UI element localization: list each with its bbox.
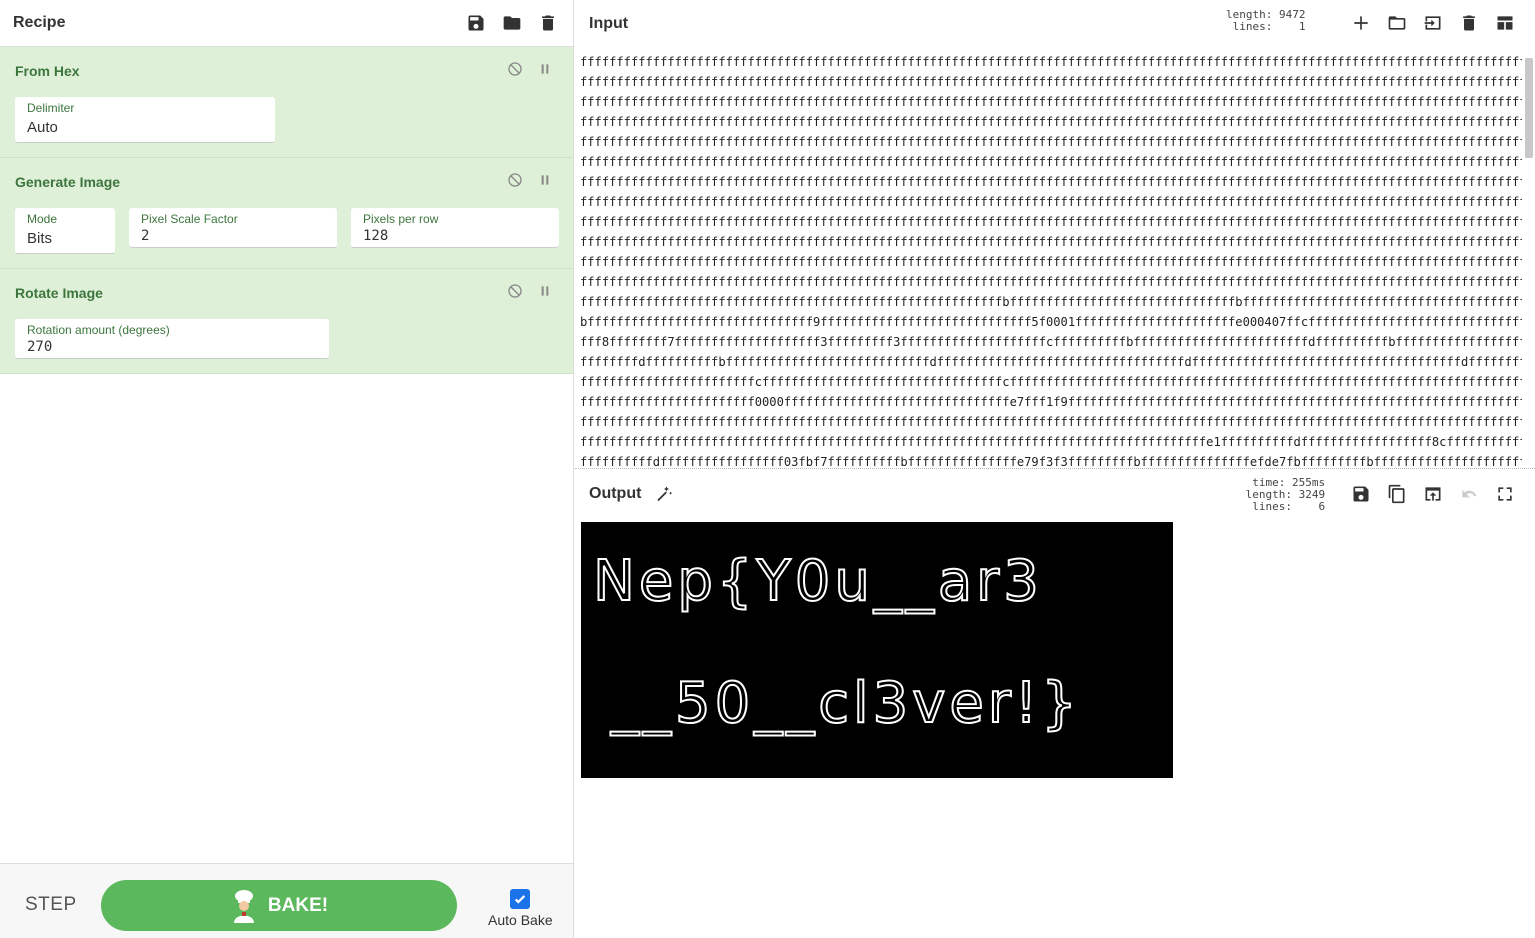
input-scrollbar[interactable]: [1525, 58, 1533, 158]
input-line: ffffffffffffffffffffffffffffffffffffffff…: [580, 215, 1522, 229]
input-header: Input length: 9472 lines: 1: [575, 0, 1535, 47]
field-value: Bits: [27, 230, 53, 247]
input-line: ffffffffffffffffffffffffffffffffffffffff…: [580, 275, 1522, 289]
input-stats: length: 9472 lines: 1: [1226, 8, 1306, 33]
field-value: 2: [141, 228, 150, 244]
input-line: ffffffffffffffffffffffffffffffffffffffff…: [580, 135, 1522, 149]
output-stats: time: 255ms length: 3249 lines: 6: [1245, 476, 1326, 513]
replace-input-icon[interactable]: [1422, 483, 1444, 505]
auto-bake-toggle[interactable]: Auto Bake: [488, 889, 553, 930]
trash-icon[interactable]: [537, 12, 559, 34]
input-line: fff8ffffffff7ffffffffffffffffffff3ffffff…: [580, 335, 1522, 349]
field-label: Delimiter: [27, 101, 75, 115]
operation-title: Generate Image: [15, 174, 121, 190]
field-label: Pixel Scale Factor: [141, 212, 238, 226]
input-textarea[interactable]: ffffffffffffffffffffffffffffffffffffffff…: [580, 52, 1522, 468]
pause-icon[interactable]: [537, 283, 553, 304]
input-title: Input: [589, 14, 629, 32]
disable-icon[interactable]: [507, 61, 523, 82]
input-line: ffffffffffffffffffffffffffffffffffffffff…: [580, 255, 1522, 269]
input-line: ffffffffffffffffffffffffffffffffffffffff…: [580, 75, 1522, 89]
input-pane: Input length: 9472 lines: 1 ffffffffffff…: [575, 0, 1535, 468]
input-line: ffffffffffffffffffffffffffffffffffffffff…: [580, 235, 1522, 249]
folder-icon[interactable]: [501, 12, 523, 34]
output-header: Output time: 255ms length: 3249 lines: 6: [575, 470, 1535, 517]
step-button[interactable]: STEP: [25, 894, 77, 916]
pixel-scale-factor-field[interactable]: Pixel Scale Factor 2: [129, 208, 337, 248]
output-image-line-2: __50__cl3ver!}: [610, 671, 1081, 736]
disable-icon[interactable]: [507, 172, 523, 193]
operation-rotate-image[interactable]: Rotate Image Rotation amount (degrees) 2…: [0, 269, 573, 374]
layout-icon[interactable]: [1494, 12, 1516, 34]
input-line: ffffffffffffffffffffffffffffffffffffffff…: [580, 95, 1522, 109]
input-line: ffffffffffffffffffffffff0000ffffffffffff…: [580, 395, 1522, 409]
input-line: ffffffffdffffffffffbffffffffffffffffffff…: [580, 355, 1522, 369]
output-image: Nep{Y0u__ar3 __50__cl3ver!}: [581, 522, 1173, 778]
field-label: Pixels per row: [363, 212, 439, 226]
input-line: ffffffffffffffffffffffffcfffffffffffffff…: [580, 375, 1522, 389]
output-title: Output: [589, 484, 642, 502]
input-line: ffffffffffffffffffffffffffffffffffffffff…: [580, 295, 1522, 309]
field-value: 270: [27, 339, 53, 355]
recipe-header: Recipe: [0, 0, 573, 47]
copy-icon[interactable]: [1386, 483, 1408, 505]
input-line: ffffffffffdfffffffffffffffff03fbf7ffffff…: [580, 455, 1522, 468]
fullscreen-icon[interactable]: [1494, 483, 1516, 505]
cyberchef-app: Recipe From Hex Delimiter Auto Generate …: [0, 0, 1535, 938]
input-line: ffffffffffffffffffffffffffffffffffffffff…: [580, 55, 1522, 69]
auto-bake-checkbox[interactable]: [510, 889, 530, 909]
operation-title: From Hex: [15, 63, 80, 79]
field-value: Auto: [27, 119, 58, 136]
input-line: ffffffffffffffffffffffffffffffffffffffff…: [580, 195, 1522, 209]
recipe-pane: Recipe From Hex Delimiter Auto Generate …: [0, 0, 574, 938]
output-image-line-1: Nep{Y0u__ar3: [593, 549, 1043, 614]
pause-icon[interactable]: [537, 172, 553, 193]
magic-wand-icon[interactable]: [653, 483, 675, 505]
input-line: ffffffffffffffffffffffffffffffffffffffff…: [580, 435, 1522, 449]
input-line: ffffffffffffffffffffffffffffffffffffffff…: [580, 415, 1522, 429]
pixels-per-row-field[interactable]: Pixels per row 128: [351, 208, 559, 248]
pause-icon[interactable]: [537, 61, 553, 82]
save-icon[interactable]: [465, 12, 487, 34]
open-file-icon[interactable]: [1422, 12, 1444, 34]
undo-icon[interactable]: [1458, 483, 1480, 505]
recipe-title: Recipe: [13, 14, 66, 31]
save-output-icon[interactable]: [1350, 483, 1372, 505]
field-value: 128: [363, 228, 389, 244]
mode-field[interactable]: Mode Bits: [15, 208, 115, 254]
field-label: Rotation amount (degrees): [27, 323, 170, 337]
output-image-svg: Nep{Y0u__ar3 __50__cl3ver!}: [592, 548, 1081, 737]
field-label: Mode: [27, 212, 58, 226]
auto-bake-label: Auto Bake: [488, 912, 553, 928]
check-icon: [514, 895, 526, 904]
rotation-amount-field[interactable]: Rotation amount (degrees) 270: [15, 319, 329, 359]
input-line: ffffffffffffffffffffffffffffffffffffffff…: [580, 115, 1522, 129]
disable-icon[interactable]: [507, 283, 523, 304]
input-line: ffffffffffffffffffffffffffffffffffffffff…: [580, 155, 1522, 169]
clear-input-icon[interactable]: [1458, 12, 1480, 34]
controls-bar: STEP BAKE! Auto Bake: [0, 863, 573, 938]
bake-button[interactable]: BAKE!: [101, 880, 457, 931]
delimiter-field[interactable]: Delimiter Auto: [15, 97, 275, 143]
open-folder-icon[interactable]: [1386, 12, 1408, 34]
operation-from-hex[interactable]: From Hex Delimiter Auto: [0, 47, 573, 158]
input-line: bfffffffffffffffffffffffffffffff9fffffff…: [580, 315, 1522, 329]
add-icon[interactable]: [1350, 12, 1372, 34]
chef-icon: [233, 889, 254, 923]
bake-label: BAKE!: [267, 894, 329, 916]
operation-generate-image[interactable]: Generate Image Mode Bits Pixel Scale Fac…: [0, 158, 573, 269]
output-pane: Output time: 255ms length: 3249 lines: 6…: [575, 470, 1535, 938]
operation-title: Rotate Image: [15, 285, 103, 301]
input-line: ffffffffffffffffffffffffffffffffffffffff…: [580, 175, 1522, 189]
